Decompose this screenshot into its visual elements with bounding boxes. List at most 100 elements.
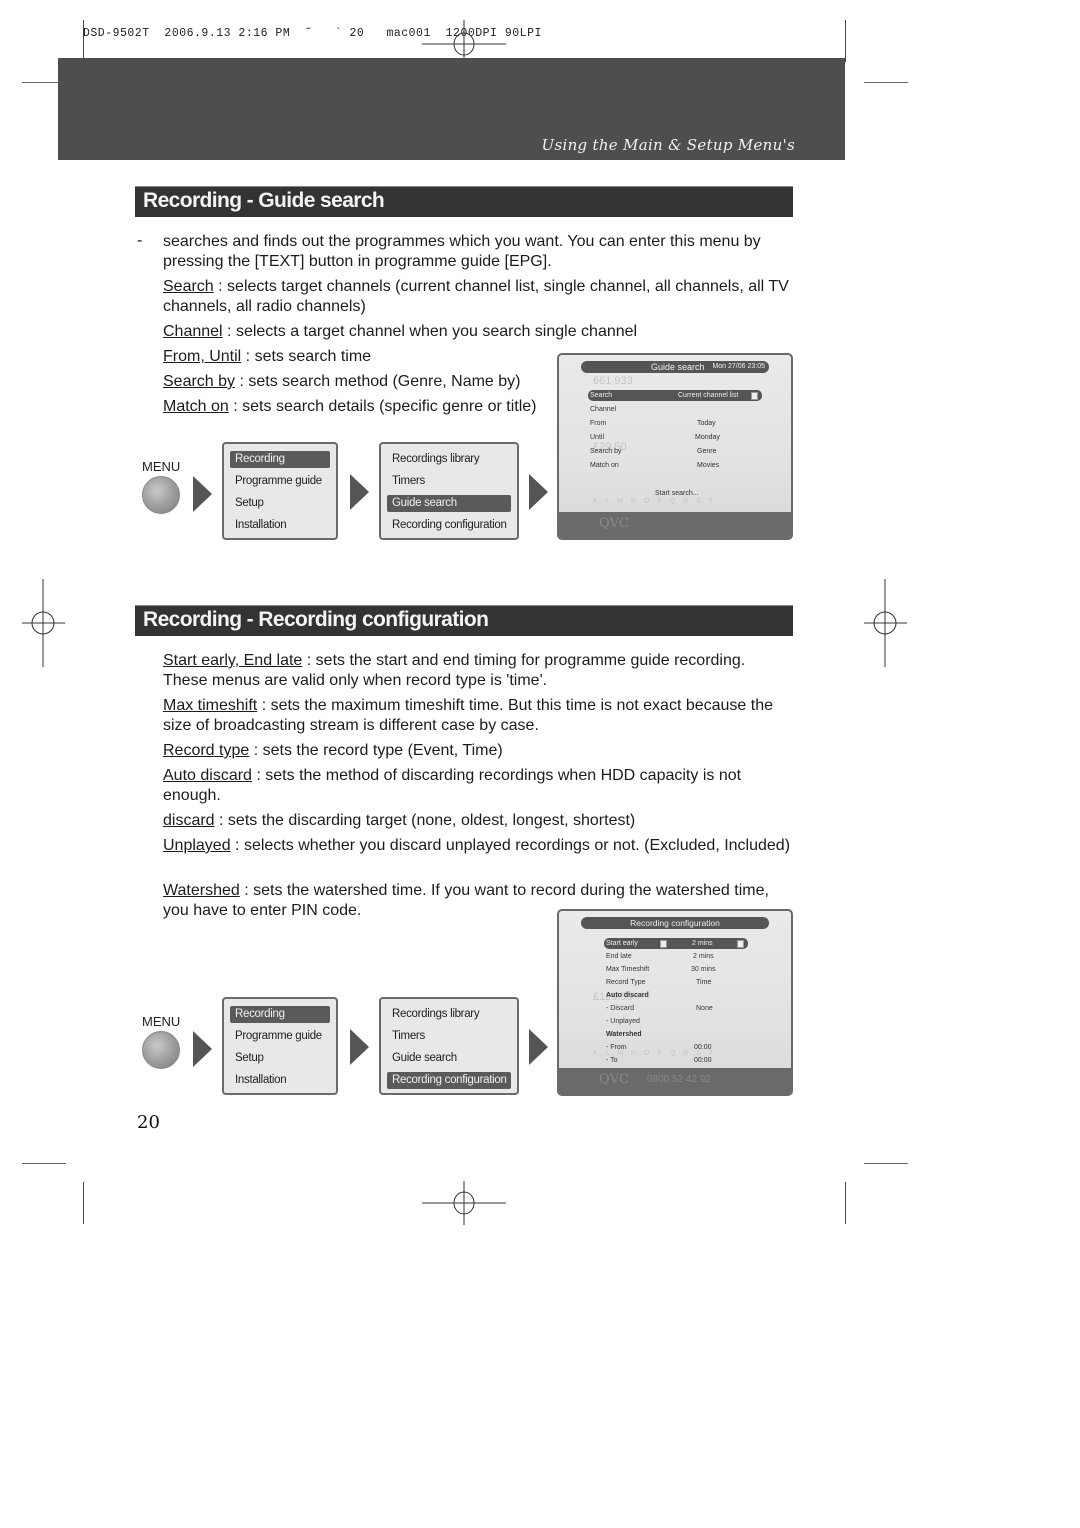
intro-paragraph: searches and finds out the programmes wh… [163,233,761,270]
crop-mark [845,20,846,62]
screen-datetime: Mon 27/06 23:05 [712,363,765,370]
term: Channel [163,323,223,340]
term: Search [163,278,214,295]
bullet: - [137,232,143,249]
recording-submenu: Recordings library Timers Guide search R… [379,997,519,1095]
screen-row-end-late-label: End late [606,953,632,960]
screen-bottom-bar: QVC [559,512,791,538]
submenu-item-guide-search: Guide search [392,1052,457,1064]
main-menu-item-installation: Installation [235,519,287,531]
main-menu-item-setup: Setup [235,497,264,509]
crop-mark [22,1163,66,1164]
definition-record-type: Record type : sets the record type (Even… [163,741,793,761]
screen-row-search: Search Current channel list [588,390,762,401]
screen-row-max-timeshift-label: Max Timeshift [606,966,650,973]
submenu-item-recording-configuration: Recording configuration [392,519,507,531]
screen-title-bar: Recording configuration [581,917,769,929]
main-menu-item-recording: Recording [230,451,330,468]
screen-title: Guide search [651,362,705,372]
menu-button-icon [142,1031,180,1069]
screen-row-search-by-value: Genre [697,448,717,455]
term: Start early, End late [163,652,303,669]
screen-row-record-type-value: Time [696,979,712,986]
screen-row-channel: Channel [590,406,617,413]
registration-mark-icon [864,579,907,667]
screen-title: Recording configuration [630,918,720,928]
definition: : sets the discarding target (none, olde… [214,812,636,829]
spin-icon [737,940,744,948]
term: Unplayed [163,837,231,854]
bg-phone: 0800 52 42 92 [647,1074,711,1085]
screen-row-search-by-label: Search by [590,448,622,455]
registration-mark-icon [22,579,65,667]
menu-button-icon [142,476,180,514]
registration-mark-icon [422,1181,506,1225]
definition: : sets search method (Genre, Name by) [235,373,521,390]
arrow-right-icon [529,1029,548,1065]
submenu-item-timers: Timers [392,1030,425,1042]
definition-unplayed: Unplayed : selects whether you discard u… [163,836,793,856]
screen-row-discard-value: None [696,1005,713,1012]
screen-row-match-on-label: Match on [590,462,619,469]
term: From, Until [163,348,242,365]
row-value: Current channel list [678,392,739,399]
screen-group-auto-discard: Auto discard [606,992,649,999]
row-value: 2 mins [692,940,713,947]
submenu-item-guide-search: Guide search [387,495,511,512]
definition-channel: Channel : selects a target channel when … [163,322,793,342]
menu-button-label: MENU [142,459,181,474]
row-label: Search [590,392,613,399]
bg-logo: QVC [599,516,629,531]
row-label: Start early [606,940,638,947]
main-menu-item-programme-guide: Programme guide [235,1030,322,1042]
bg-channel-code: 661 933 [593,375,633,387]
bg-letters: K L M N O P Q R S T [593,498,716,505]
definition-max-timeshift: Max timeshift : sets the maximum timeshi… [163,696,793,736]
section-heading-text: Recording - Recording configuration [143,608,489,631]
definition: : sets search time [241,348,372,365]
recording-configuration-screen: £129.50 Recording configuration Start ea… [557,909,793,1096]
term: Watershed [163,882,240,899]
screen-row-from-label: From [590,420,607,427]
definition: : selects whether you discard unplayed r… [230,837,791,854]
screen-group-watershed: Watershed [606,1031,642,1038]
screen-row-max-timeshift-value: 30 mins [691,966,716,973]
bg-logo: QVC [599,1072,629,1087]
term: Max timeshift [163,697,258,714]
chapter-title: Using the Main & Setup Menu's [541,136,795,154]
submenu-item-timers: Timers [392,475,425,487]
term: Match on [163,398,229,415]
screen-row-record-type-label: Record Type [606,979,646,986]
term: discard [163,812,215,829]
screen-row-match-on-value: Movies [697,462,720,469]
definition-search: Search : selects target channels (curren… [163,277,793,317]
guide-search-screen: 661 933 £29.50 Guide search Mon 27/06 23… [557,353,793,540]
screen-title-bar: Guide search Mon 27/06 23:05 [581,361,769,373]
main-menu-item-programme-guide: Programme guide [235,475,322,487]
screen-row-to-label: - To [606,1057,618,1064]
definition-start-early-end-late: Start early, End late : sets the start a… [163,651,793,691]
submenu-item-recordings-library: Recordings library [392,453,480,465]
recording-submenu: Recordings library Timers Guide search R… [379,442,519,540]
chapter-banner: Using the Main & Setup Menu's [58,58,845,160]
definition-discard: discard : sets the discarding target (no… [163,811,793,831]
term: Record type [163,742,250,759]
arrow-right-icon [529,474,548,510]
arrow-right-icon [350,474,369,510]
screen-row-start-early: Start early 2 mins [604,938,748,949]
definition: : selects target channels (current chann… [163,278,789,315]
main-menu-item-recording: Recording [230,1006,330,1023]
term: Auto discard [163,767,252,784]
spin-icon [660,940,667,948]
main-menu: Recording Programme guide Setup Installa… [222,442,338,540]
submenu-item-recording-configuration: Recording configuration [387,1072,511,1089]
definition: : selects a target channel when you sear… [222,323,638,340]
crop-mark [864,1163,908,1164]
term: Search by [163,373,236,390]
screen-row-unplayed-label: - Unplayed [606,1018,640,1025]
crop-mark [845,1182,846,1224]
screen-row-until-value: Monday [695,434,720,441]
definition: : sets the record type (Event, Time) [249,742,503,759]
main-menu-item-installation: Installation [235,1074,287,1086]
section-heading-guide-search: Recording - Guide search [135,186,793,217]
